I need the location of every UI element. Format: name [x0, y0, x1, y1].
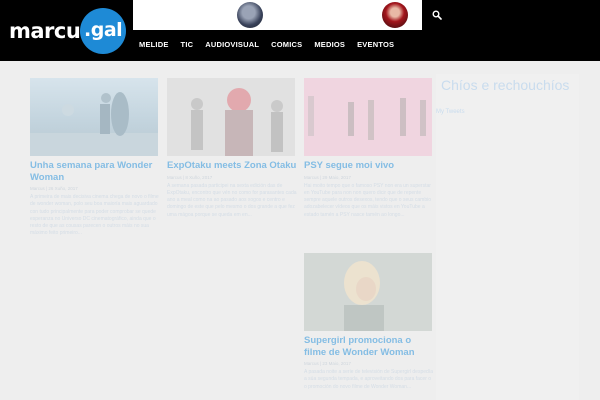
post-excerpt: A semana pasada participei na sexta edic… [167, 182, 297, 218]
post-thumbnail[interactable] [304, 253, 432, 331]
post-card[interactable]: ExpOtaku meets Zona Otaku Marcus | 8 Xuñ… [167, 78, 297, 219]
post-excerpt: A pasada noite a serie de televisión de … [304, 369, 433, 390]
post-excerpt: A primeira de mais decisiva cinema chega… [30, 194, 159, 237]
post-card[interactable]: Unha semana para Wonder Woman Marcus | 2… [30, 78, 160, 238]
post-title[interactable]: Unha semana para Wonder Woman [30, 160, 160, 183]
my-tweets-link[interactable]: My Tweets [436, 109, 465, 115]
search-icon [432, 10, 442, 20]
site-header: marcus .gal MELIDE TIC AUDIOVISUAL COMIC… [0, 0, 600, 61]
search-button[interactable] [422, 0, 452, 30]
post-meta: Marcus | 26 Xuño, 2017 [30, 186, 78, 191]
nav-item-medios[interactable]: MEDIOS [308, 37, 351, 53]
post-image [304, 78, 432, 156]
sidebar [436, 74, 579, 400]
avatar[interactable] [382, 2, 408, 28]
nav-item-melide[interactable]: MELIDE [133, 37, 175, 53]
logo-badge: .gal [80, 8, 126, 54]
nav-item-audiovisual[interactable]: AUDIOVISUAL [199, 37, 265, 53]
post-meta: Marcus | 8 Xuño, 2017 [167, 174, 213, 180]
post-thumbnail[interactable] [304, 78, 432, 156]
site-logo[interactable]: marcus .gal [8, 6, 126, 54]
avatar[interactable] [237, 2, 263, 28]
main-nav: MELIDE TIC AUDIOVISUAL COMICS MEDIOS EVE… [133, 37, 400, 53]
post-image [30, 92, 158, 156]
post-meta: Marcus | 23 Maio, 2017 [304, 361, 351, 366]
post-image [167, 78, 295, 156]
post-meta: Marcus | 29 Maio, 2017 [304, 174, 351, 180]
nav-item-eventos[interactable]: EVENTOS [351, 37, 400, 53]
post-thumbnail[interactable] [30, 78, 158, 156]
post-card[interactable]: PSY segue moi vivo Marcus | 29 Maio, 201… [304, 78, 434, 219]
post-title[interactable]: ExpOtaku meets Zona Otaku [167, 160, 297, 172]
post-excerpt: Hai moito tempo que o famoso PSY non era… [304, 182, 432, 218]
nav-item-comics[interactable]: COMICS [265, 37, 308, 53]
top-bar [133, 0, 452, 30]
post-image [304, 253, 432, 331]
logo-badge-text: .gal [84, 19, 123, 41]
post-thumbnail[interactable] [167, 78, 295, 156]
post-title[interactable]: Supergirl promociona o filme de Wonder W… [304, 335, 434, 358]
nav-item-tic[interactable]: TIC [175, 37, 200, 53]
post-title[interactable]: PSY segue moi vivo [304, 160, 434, 172]
sidebar-widget-title: Chíos e rechouchíos [441, 77, 570, 93]
post-card[interactable]: Supergirl promociona o filme de Wonder W… [304, 253, 434, 391]
